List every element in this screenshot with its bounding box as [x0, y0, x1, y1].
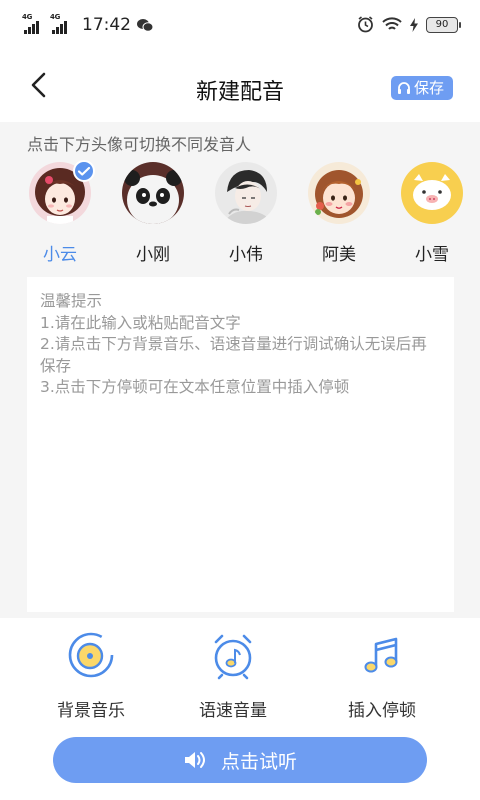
voice-item-amei[interactable]: 阿美: [299, 162, 379, 265]
speaker-icon: [184, 752, 205, 768]
headphones-icon: [397, 82, 410, 94]
voice-name: 小雪: [415, 245, 449, 265]
music-note-icon: [364, 637, 398, 673]
avatar: [308, 162, 370, 224]
avatar: [401, 162, 463, 224]
selected-check-icon: [73, 160, 95, 182]
battery-indicator: 90: [426, 16, 461, 33]
speed-volume-label: 语速音量: [199, 701, 267, 721]
voice-name: 阿美: [322, 245, 356, 265]
music-disc-icon: [68, 632, 114, 678]
avatar: [122, 162, 184, 224]
insert-pause-label: 插入停顿: [348, 701, 416, 721]
voice-item-xiaoyun[interactable]: 小云: [20, 160, 100, 265]
tool-bar: 背景音乐 语速音量 插入停顿: [0, 618, 480, 728]
voice-hint: 点击下方头像可切换不同发音人: [27, 135, 252, 154]
status-time: 17:42: [82, 15, 131, 35]
voice-name: 小云: [43, 245, 77, 265]
wechat-icon: [137, 19, 153, 32]
alarm-icon: [358, 16, 373, 33]
background-music-button[interactable]: 背景音乐: [26, 630, 156, 721]
avatar: [215, 162, 277, 224]
alarm-clock-icon: [214, 634, 252, 680]
charging-icon: [410, 17, 418, 32]
background-music-label: 背景音乐: [57, 701, 125, 721]
listen-button[interactable]: 点击试听: [53, 737, 427, 783]
speed-volume-button[interactable]: 语速音量: [168, 630, 298, 721]
voice-name: 小伟: [229, 245, 263, 265]
voice-item-xiaoxue[interactable]: 小雪: [392, 162, 472, 265]
header: 新建配音 保存: [0, 52, 480, 122]
insert-pause-button[interactable]: 插入停顿: [317, 630, 447, 721]
voice-item-xiaogang[interactable]: 小刚: [113, 162, 193, 265]
main-content: 点击下方头像可切换不同发音人 小云 小刚 小伟 阿美 小雪 温馨提示 1.请在此…: [0, 122, 480, 618]
voice-item-xiaowei[interactable]: 小伟: [206, 162, 286, 265]
avatar: [29, 160, 95, 224]
save-button[interactable]: 保存: [390, 76, 453, 100]
dubbing-text-input[interactable]: [27, 277, 454, 612]
listen-label: 点击试听: [220, 750, 297, 773]
wifi-icon: [382, 17, 402, 30]
signal-icon: 4G: [22, 13, 44, 34]
signal-icon-2: 4G: [50, 13, 72, 34]
save-label: 保存: [413, 79, 444, 97]
status-bar: 4G 4G 17:42 90: [0, 0, 480, 52]
voice-name: 小刚: [136, 245, 170, 265]
voice-selector: 小云 小刚 小伟 阿美 小雪: [0, 160, 480, 272]
